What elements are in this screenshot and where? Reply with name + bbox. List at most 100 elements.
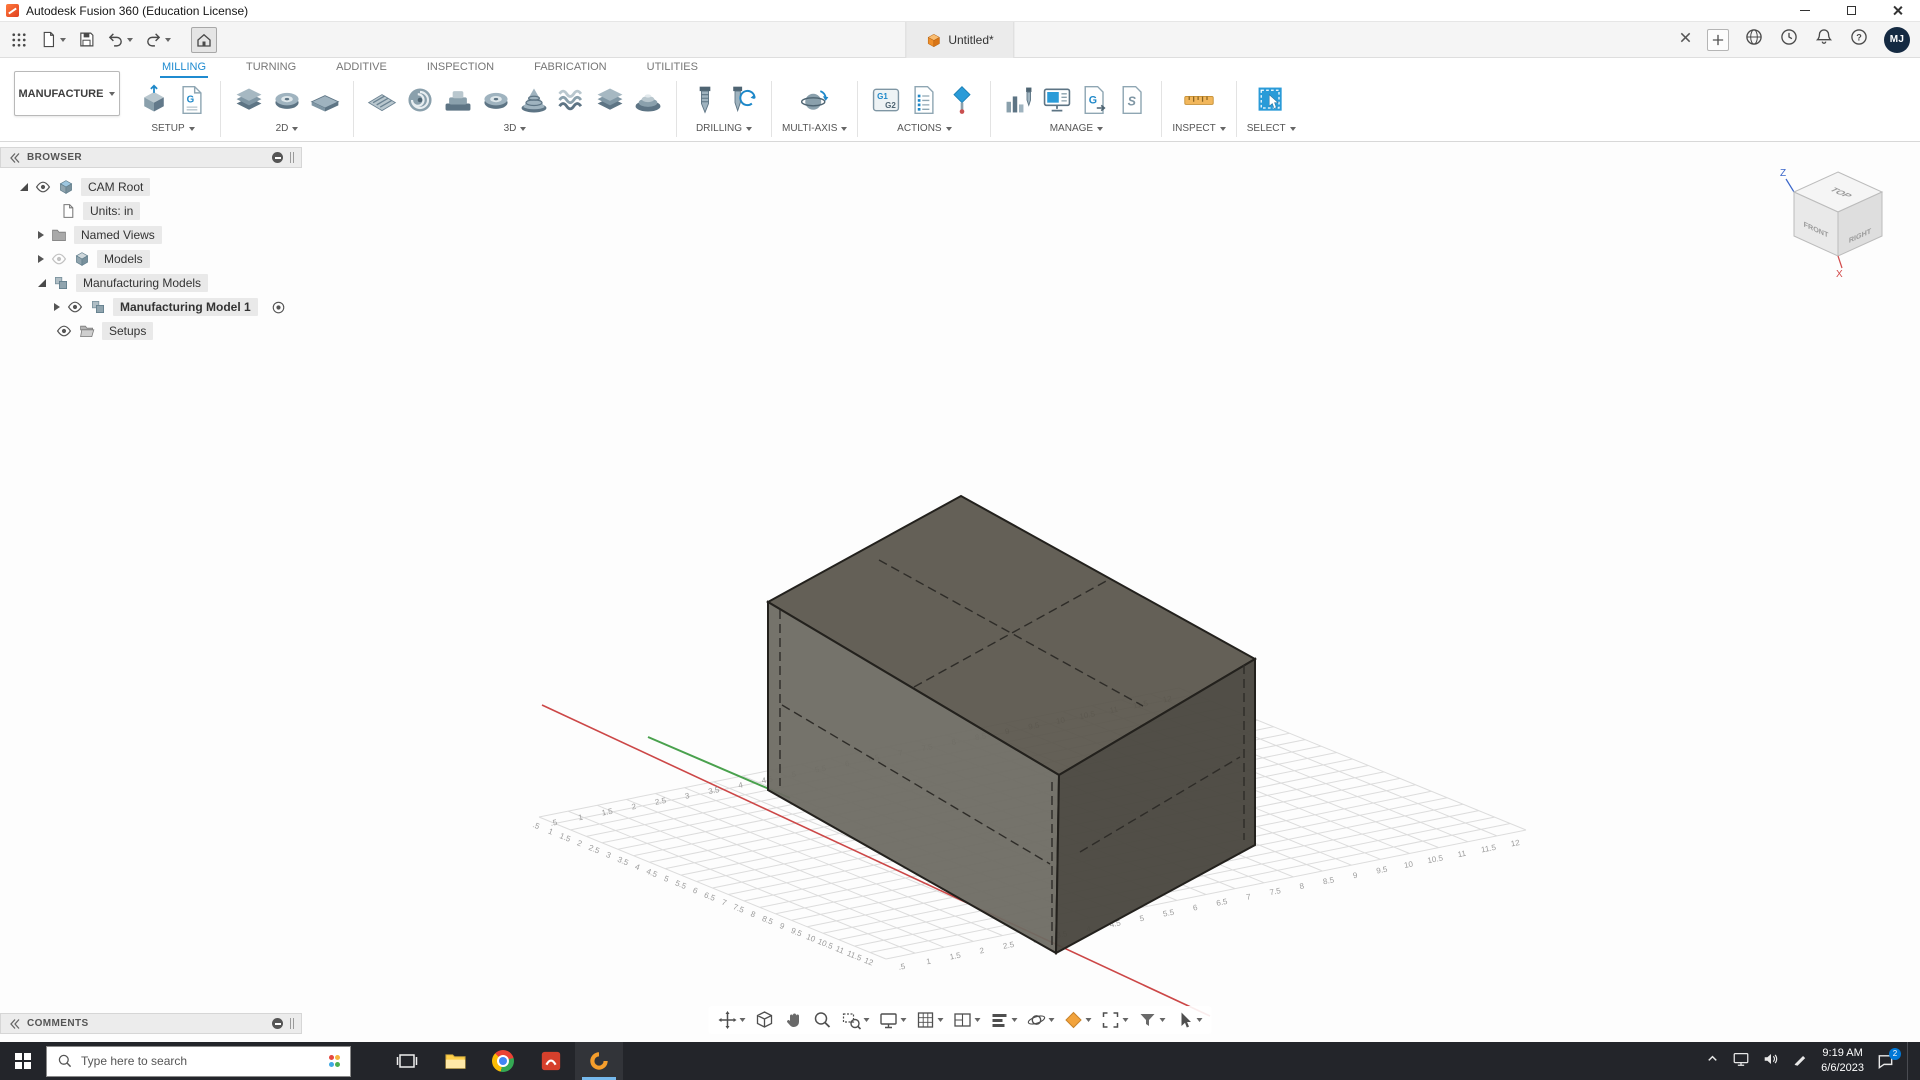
group-label-multi-axis[interactable]: MULTI-AXIS <box>782 121 847 136</box>
visibility-eye-icon[interactable] <box>67 299 83 315</box>
browser-item-label[interactable]: Setups <box>102 322 153 340</box>
toolpath-display-button[interactable] <box>987 1008 1021 1032</box>
view-cube[interactable]: Z TOP FRONT RIGHT X <box>1770 160 1900 283</box>
tray-expand-button[interactable] <box>1705 1051 1720 1071</box>
task-view-button[interactable] <box>383 1042 431 1080</box>
browser-item-manufacturing-model-1[interactable]: Manufacturing Model 1 <box>0 295 302 319</box>
browser-item-cam-root[interactable]: CAM Root <box>0 175 302 199</box>
bore-button[interactable] <box>725 80 761 120</box>
measure-button[interactable] <box>1181 80 1217 120</box>
box-model[interactable] <box>768 496 1255 953</box>
browser-header[interactable]: BROWSER <box>0 147 302 168</box>
browser-item-manufacturing-models[interactable]: Manufacturing Models <box>0 271 302 295</box>
panel-options-icon[interactable] <box>272 1018 283 1029</box>
panel-resize-grip[interactable] <box>290 1018 294 1029</box>
grid-and-snaps-button[interactable] <box>913 1008 947 1032</box>
visibility-eye-icon[interactable] <box>35 179 51 195</box>
tab-inspection[interactable]: INSPECTION <box>425 61 496 78</box>
group-label-actions[interactable]: ACTIONS <box>897 121 951 136</box>
fusion-360-button[interactable] <box>575 1042 623 1080</box>
post-process-button[interactable] <box>1039 80 1075 120</box>
look-at-button[interactable] <box>752 1008 778 1032</box>
browser-item-label[interactable]: CAM Root <box>81 178 150 196</box>
viewports-button[interactable] <box>950 1008 984 1032</box>
help-button[interactable] <box>1849 27 1869 52</box>
maximize-button[interactable] <box>1828 0 1874 21</box>
selection-tools-button[interactable] <box>1172 1008 1206 1032</box>
setup-button[interactable] <box>136 80 172 120</box>
redo-button[interactable] <box>145 31 171 48</box>
group-label-drilling[interactable]: DRILLING <box>696 121 752 136</box>
select-button[interactable] <box>1253 80 1289 120</box>
3d-steep-shallow-button[interactable] <box>440 80 476 120</box>
drill-button[interactable] <box>687 80 723 120</box>
browser-item-label[interactable]: Named Views <box>74 226 162 244</box>
search-input[interactable] <box>81 1054 321 1068</box>
display-settings-button[interactable] <box>876 1008 910 1032</box>
3d-spiral-button[interactable] <box>516 80 552 120</box>
expanded-triangle-icon[interactable] <box>38 279 46 287</box>
browser-item-units[interactable]: Units: in <box>0 199 302 223</box>
red-app-button[interactable] <box>527 1042 575 1080</box>
zoom-window-button[interactable] <box>839 1008 873 1032</box>
zoom-button[interactable] <box>810 1008 836 1032</box>
collapse-panel-icon[interactable] <box>8 1018 20 1030</box>
job-status-button[interactable] <box>1779 27 1799 52</box>
collapsed-triangle-icon[interactable] <box>38 255 44 263</box>
action-center-button[interactable]: 2 <box>1876 1052 1895 1071</box>
browser-item-label[interactable]: Manufacturing Models <box>76 274 208 292</box>
panel-options-icon[interactable] <box>272 152 283 163</box>
g-code-button[interactable] <box>1077 80 1113 120</box>
visibility-eye-off-icon[interactable] <box>51 251 67 267</box>
show-desktop-button[interactable] <box>1907 1042 1912 1080</box>
3d-scallop-button[interactable] <box>630 80 666 120</box>
start-button[interactable] <box>0 1042 46 1080</box>
group-label-2d[interactable]: 2D <box>276 121 299 136</box>
collapse-panel-icon[interactable] <box>8 152 20 164</box>
taskbar-clock[interactable]: 9:19 AM 6/6/2023 <box>1821 1046 1864 1076</box>
tab-fabrication[interactable]: FABRICATION <box>532 61 609 78</box>
minimize-button[interactable] <box>1782 0 1828 21</box>
3d-adaptive-button[interactable] <box>364 80 400 120</box>
3d-viewport[interactable]: .511.522.533.544.555.566.577.588.599.510… <box>0 142 1920 1042</box>
orbit-mode-button[interactable] <box>1024 1008 1058 1032</box>
browser-item-models[interactable]: Models <box>0 247 302 271</box>
selection-filter-button[interactable] <box>1135 1008 1169 1032</box>
expanded-triangle-icon[interactable] <box>20 183 28 191</box>
collapsed-triangle-icon[interactable] <box>38 231 44 239</box>
save-button[interactable] <box>78 31 95 48</box>
collapsed-triangle-icon[interactable] <box>54 303 60 311</box>
group-label-select[interactable]: SELECT <box>1247 121 1296 136</box>
isolate-button[interactable] <box>1061 1008 1095 1032</box>
visibility-eye-icon[interactable] <box>56 323 72 339</box>
free-orbit-button[interactable] <box>715 1008 749 1032</box>
file-explorer-button[interactable] <box>431 1042 479 1080</box>
tab-utilities[interactable]: UTILITIES <box>645 61 700 78</box>
simulate-button[interactable] <box>1001 80 1037 120</box>
pan-button[interactable] <box>781 1008 807 1032</box>
browser-item-named-views[interactable]: Named Views <box>0 223 302 247</box>
taskbar-search[interactable] <box>46 1046 351 1077</box>
group-label-inspect[interactable]: INSPECT <box>1172 121 1225 136</box>
browser-item-label[interactable]: Manufacturing Model 1 <box>113 298 258 316</box>
document-tab[interactable]: Untitled* <box>905 22 1014 58</box>
setup-sheet-button[interactable] <box>1115 80 1151 120</box>
3d-morph-button[interactable] <box>554 80 590 120</box>
group-label-setup[interactable]: SETUP <box>151 121 194 136</box>
2d-face-button[interactable] <box>231 80 267 120</box>
nc-program-button[interactable] <box>174 80 210 120</box>
tray-display-button[interactable] <box>1732 1050 1750 1073</box>
panel-resize-grip[interactable] <box>290 152 294 163</box>
tab-turning[interactable]: TURNING <box>244 61 298 78</box>
3d-pocket-button[interactable] <box>402 80 438 120</box>
browser-item-setups[interactable]: Setups <box>0 319 302 343</box>
notifications-button[interactable] <box>1814 27 1834 52</box>
comments-header[interactable]: COMMENTS <box>0 1013 302 1034</box>
close-tab-button[interactable] <box>1679 31 1692 49</box>
file-menu-button[interactable] <box>40 31 66 48</box>
2d-pocket-button[interactable] <box>307 80 343 120</box>
home-view-button[interactable] <box>191 27 217 53</box>
close-button[interactable] <box>1874 0 1920 21</box>
3d-contour-button[interactable] <box>592 80 628 120</box>
undo-button[interactable] <box>107 31 133 48</box>
